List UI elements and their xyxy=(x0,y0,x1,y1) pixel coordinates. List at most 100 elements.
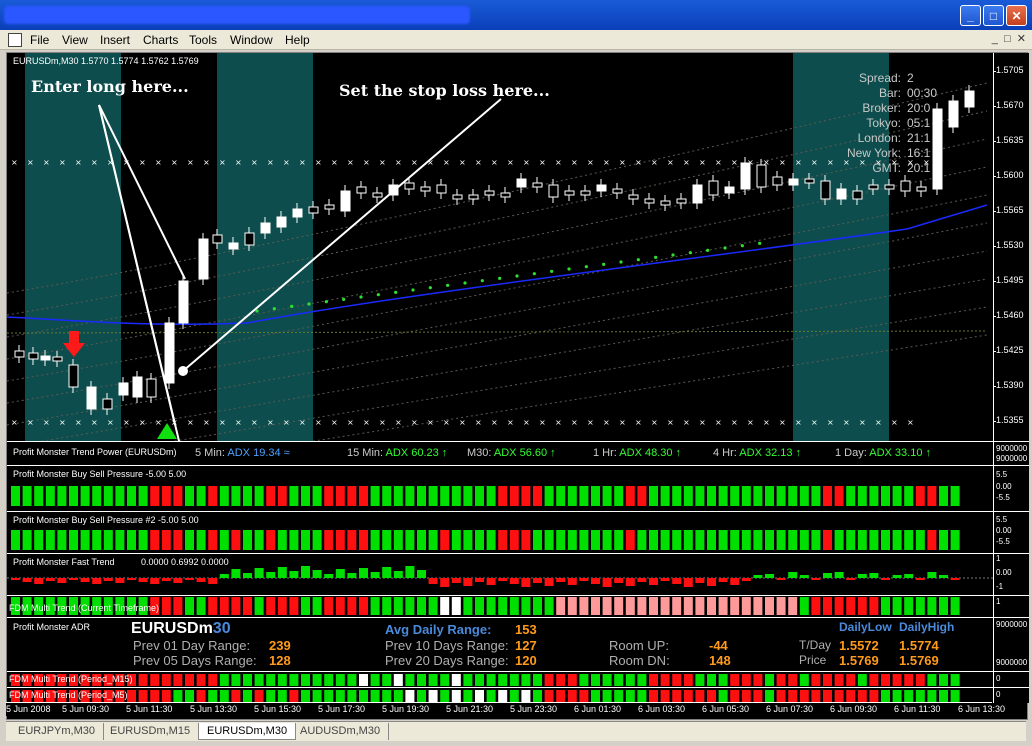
menu-file[interactable]: File xyxy=(30,33,49,47)
candle-body xyxy=(484,190,495,196)
indicator-bar xyxy=(579,530,589,550)
candle-body xyxy=(452,194,463,200)
candle-body xyxy=(324,204,335,210)
indicator-bar xyxy=(370,486,380,506)
minimize-button[interactable]: _ xyxy=(960,5,981,26)
x-marker: × xyxy=(907,418,914,427)
tab-eurusdm-m30[interactable]: EURUSDm,M30 xyxy=(198,723,297,740)
trend-power-panel[interactable]: Profit Monster Trend Power (EURUSDm) 5 M… xyxy=(7,441,993,465)
candle-body xyxy=(900,180,911,192)
time-label: 5 Jun 21:30 xyxy=(446,704,494,714)
candle-body xyxy=(292,208,303,218)
x-marker: × xyxy=(347,418,354,427)
indicator-bar xyxy=(335,530,345,550)
price-axis[interactable]: 1.5705 1.5670 1.5635 1.5600 1.5565 1.553… xyxy=(993,53,1029,441)
indicator-bar xyxy=(811,530,821,550)
buy-sell-pressure-panel[interactable]: Profit Monster Buy Sell Pressure -5.00 5… xyxy=(7,465,993,511)
x-marker: × xyxy=(571,158,578,167)
x-marker: × xyxy=(139,418,146,427)
histogram-bar xyxy=(393,571,403,578)
trend-power-item: 5 Min: ADX 19.34 ≈ xyxy=(195,447,290,459)
close-button[interactable]: ✕ xyxy=(1006,5,1027,26)
pressure-axis: 5.5 0.00 -5.5 xyxy=(993,465,1029,511)
indicator-bar xyxy=(359,597,368,615)
maximize-button[interactable]: □ xyxy=(983,5,1004,26)
candle-body xyxy=(916,186,927,192)
info-labels: Spread: Bar: Broker: Tokyo: London: New … xyxy=(827,71,901,176)
x-marker: × xyxy=(411,418,418,427)
buy-sell-pressure-2-panel[interactable]: Profit Monster Buy Sell Pressure #2 -5.0… xyxy=(7,511,993,553)
indicator-bar xyxy=(602,530,612,550)
indicator-bar xyxy=(823,597,832,615)
info-tokyo-label: Tokyo: xyxy=(866,116,901,130)
multi-trend-panel[interactable]: FDM Multi Trend (Current Timeframe) xyxy=(7,595,993,617)
indicator-bar xyxy=(950,690,960,702)
mdi-controls[interactable]: _ □ ✕ xyxy=(992,32,1026,45)
tab-eurjpym-m30[interactable]: EURJPYm,M30 xyxy=(10,723,105,740)
fast-trend-values: 0.0000 0.6992 0.0000 xyxy=(141,557,229,567)
prev20-value: 120 xyxy=(515,653,537,668)
indicator-bar xyxy=(846,530,856,550)
indicator-bar xyxy=(637,674,647,686)
multi-trend-m5-panel[interactable]: FDM Multi Trend (Period_M5) xyxy=(7,687,993,703)
trend-power-adx: ADX 19.34 ≈ xyxy=(227,447,290,459)
candle-body xyxy=(118,382,129,396)
indicator-bar xyxy=(765,674,774,686)
multi-trend-m15-panel[interactable]: FDM Multi Trend (Period_M15) xyxy=(7,671,993,687)
adr-panel[interactable]: Profit Monster ADR EURUSDm30 Prev 01 Day… xyxy=(7,617,993,671)
menu-view[interactable]: View xyxy=(62,33,88,47)
indicator-bar xyxy=(312,690,322,702)
indicator-bar xyxy=(254,530,264,550)
price-chart[interactable]: × × × × × × × × × × × × × × × × × × × × × × × × × × × × × × × × × × × × × × × ×… xyxy=(7,53,1029,441)
x-marker: × xyxy=(491,418,498,427)
histogram-bar xyxy=(521,578,531,587)
x-marker: × xyxy=(395,418,402,427)
indicator-bar xyxy=(753,597,763,615)
histogram-bar xyxy=(417,570,426,578)
pressure-label: Profit Monster Buy Sell Pressure -5.00 5… xyxy=(13,469,187,479)
prev20-label: Prev 20 Days Range: xyxy=(385,653,509,668)
indicator-bar xyxy=(161,690,171,702)
time-axis[interactable]: 5 Jun 2008 5 Jun 09:30 5 Jun 11:30 5 Jun… xyxy=(6,702,1005,716)
indicator-bar xyxy=(556,530,566,550)
indicator-bar xyxy=(45,486,55,506)
fast-trend-panel[interactable]: Profit Monster Fast Trend 0.0000 0.6992 … xyxy=(7,553,993,595)
indicator-bar xyxy=(451,486,461,506)
histogram-bar xyxy=(161,578,171,581)
indicator-bar xyxy=(521,674,531,686)
tab-eurusdm-m15[interactable]: EURUSDm,M15 xyxy=(102,723,200,740)
prev01-label: Prev 01 Day Range: xyxy=(133,638,251,653)
indicator-bar xyxy=(219,674,229,686)
histogram-bar xyxy=(753,575,763,578)
indicator-bar xyxy=(892,486,902,506)
tab-audusdm-m30[interactable]: AUDUSDm,M30 xyxy=(292,723,390,740)
indicator-bar xyxy=(881,530,890,550)
price-tick: 1.5460 xyxy=(993,310,1024,320)
app-icon[interactable] xyxy=(8,33,22,47)
menu-help[interactable]: Help xyxy=(285,33,310,47)
indicator-bar xyxy=(92,530,102,550)
menu-charts[interactable]: Charts xyxy=(143,33,178,47)
indicator-bar xyxy=(277,486,287,506)
menu-insert[interactable]: Insert xyxy=(100,33,130,47)
avg-range-value: 153 xyxy=(515,622,537,637)
indicator-bar xyxy=(45,530,55,550)
indicator-bar xyxy=(196,674,206,686)
ma-dot xyxy=(740,244,744,248)
indicator-bar xyxy=(440,530,450,550)
indicator-bar xyxy=(939,674,948,686)
indicator-bar xyxy=(185,530,194,550)
indicator-bar xyxy=(834,690,844,702)
adr-axis: 9000000 9000000 xyxy=(993,617,1029,671)
trend-power-adx: ADX 33.10 ↑ xyxy=(869,447,932,459)
indicator-bar xyxy=(730,530,740,550)
menu-tools[interactable]: Tools xyxy=(189,33,217,47)
histogram-bar xyxy=(498,578,508,581)
indicator-bar xyxy=(881,597,890,615)
annotation-enter-long: Enter long here... xyxy=(31,77,189,96)
title-redaction xyxy=(4,6,470,24)
trend-power-tf: 5 Min: xyxy=(195,447,228,459)
indicator-bar xyxy=(11,530,20,550)
histogram-bar xyxy=(243,573,252,578)
menu-window[interactable]: Window xyxy=(230,33,273,47)
